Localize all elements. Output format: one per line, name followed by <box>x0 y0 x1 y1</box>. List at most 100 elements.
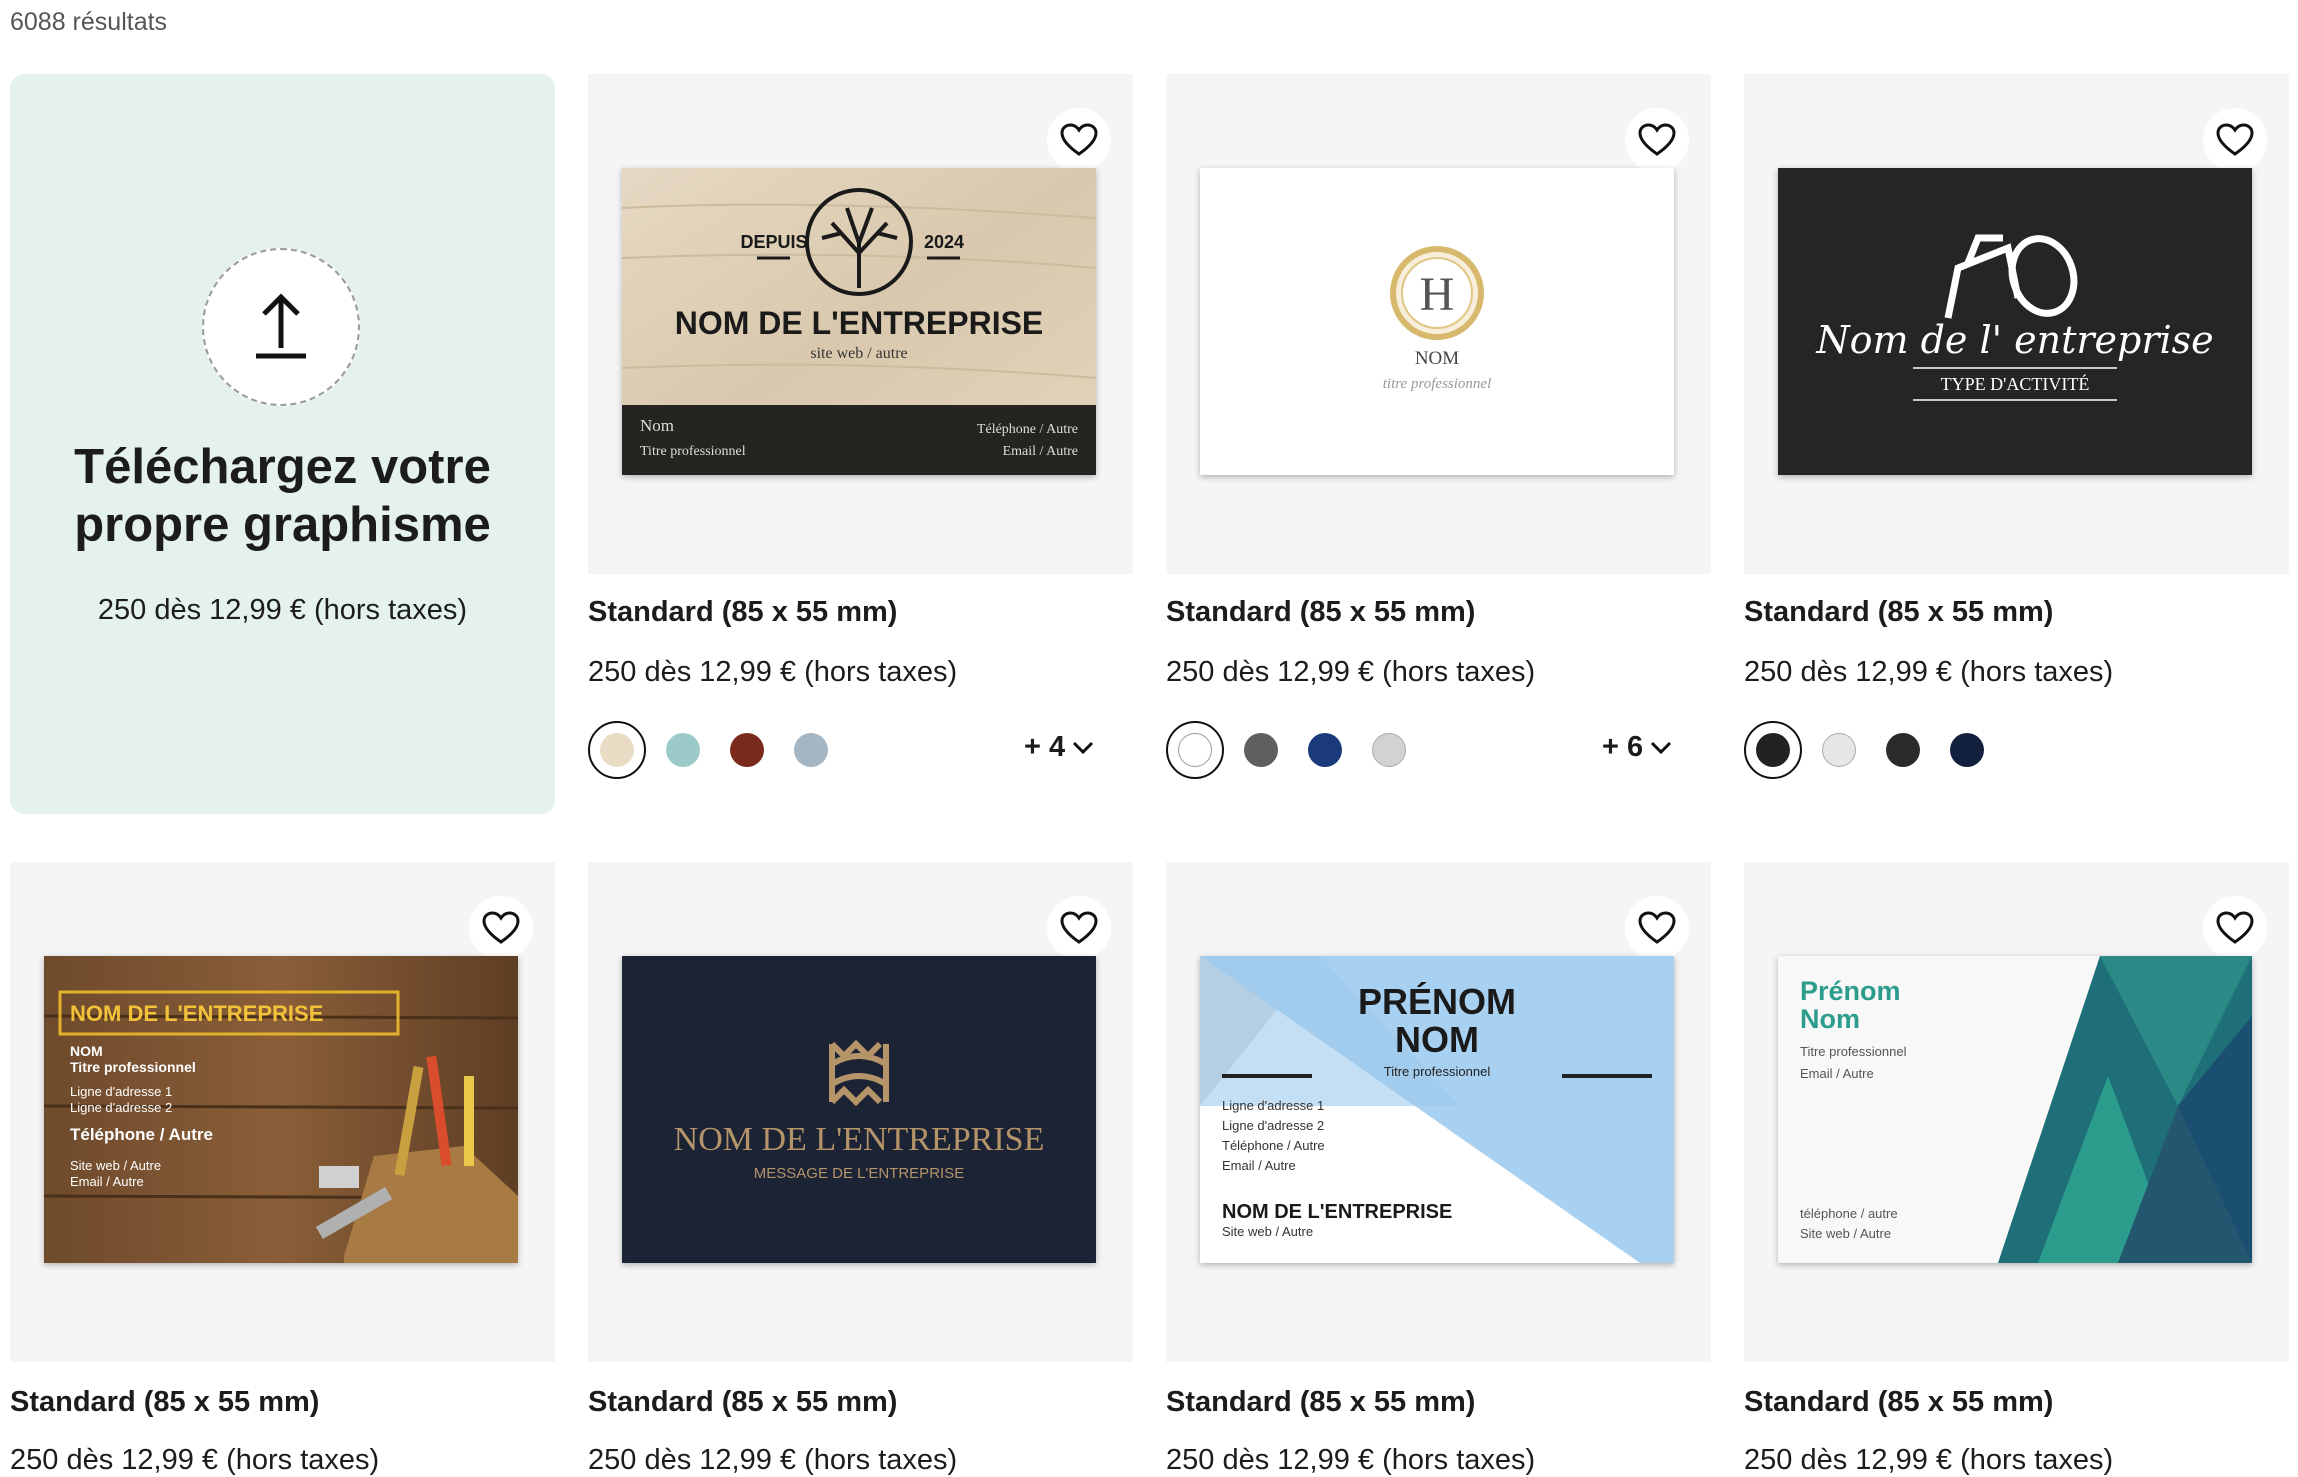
card-company: NOM DE L'ENTREPRISE <box>674 1121 1045 1158</box>
card-activity: TYPE D'ACTIVITÉ <box>1941 373 2090 394</box>
favorite-button[interactable] <box>1625 896 1689 960</box>
card-preview[interactable]: H NOM titre professionnel <box>1200 168 1674 475</box>
results-count: 6088 résultats <box>10 8 168 36</box>
card-addr1: Ligne d'adresse 1 <box>1222 1098 1324 1113</box>
color-swatch[interactable] <box>1822 733 1856 767</box>
card-name: NOM <box>70 1043 103 1059</box>
product-price: 250 dès 12,99 € (hors taxes) <box>1744 656 2114 688</box>
card-preview[interactable]: Nom de l' entreprise TYPE D'ACTIVITÉ <box>1778 168 2252 475</box>
card-job: Titre professionnel <box>70 1059 196 1075</box>
product-title[interactable]: Standard (85 x 55 mm) <box>1744 596 2053 629</box>
card-addr2: Ligne d'adresse 2 <box>1222 1118 1324 1133</box>
product-tile[interactable]: NOM DE L'ENTREPRISE MESSAGE DE L'ENTREPR… <box>588 862 1133 1362</box>
product-title[interactable]: Standard (85 x 55 mm) <box>1744 1386 2053 1419</box>
color-swatch[interactable] <box>1244 733 1278 767</box>
upload-title: Téléchargez votre propre graphisme <box>74 440 491 552</box>
favorite-button[interactable] <box>2203 108 2267 172</box>
card-phone: Téléphone / Autre <box>1222 1138 1325 1153</box>
heart-icon <box>2216 123 2254 156</box>
heart-icon <box>1638 123 1676 156</box>
card-phone: Téléphone / Autre <box>70 1125 213 1144</box>
color-swatch[interactable] <box>1372 733 1406 767</box>
card-job: Titre professionnel <box>1384 1064 1491 1079</box>
chevron-down-icon <box>1651 741 1672 754</box>
swatch-color <box>600 733 634 767</box>
card-addr2: Ligne d'adresse 2 <box>70 1100 172 1115</box>
product-title[interactable]: Standard (85 x 55 mm) <box>10 1386 319 1419</box>
card-web: Site web / Autre <box>70 1158 161 1173</box>
color-swatch[interactable] <box>666 733 700 767</box>
product-tile[interactable]: PRÉNOM NOM Titre professionnel Ligne d'a… <box>1166 862 1711 1362</box>
color-swatch[interactable] <box>794 733 828 767</box>
more-colors-button[interactable]: + 6 <box>1602 731 1673 764</box>
color-swatch-selected[interactable] <box>1744 721 1802 779</box>
card-job: Titre professionnel <box>640 444 746 459</box>
product-tile[interactable]: H NOM titre professionnel <box>1166 74 1711 574</box>
card-job: titre professionnel <box>1383 376 1491 392</box>
chevron-down-icon <box>1073 741 1094 754</box>
card-web: Site web / Autre <box>1800 1226 1891 1241</box>
color-swatch[interactable] <box>730 733 764 767</box>
card-email: Email / Autre <box>70 1174 144 1189</box>
card-job: Titre professionnel <box>1800 1044 1907 1059</box>
card-preview[interactable]: Prénom Nom Titre professionnel Email / A… <box>1778 956 2252 1263</box>
card-company: Nom de l' entreprise <box>1815 318 2213 362</box>
product-tile[interactable]: Prénom Nom Titre professionnel Email / A… <box>1744 862 2289 1362</box>
upload-price: 250 dès 12,99 € (hors taxes) <box>97 594 468 626</box>
heart-icon <box>1638 911 1676 944</box>
product-title[interactable]: Standard (85 x 55 mm) <box>588 596 897 629</box>
swatch-color <box>1178 733 1212 767</box>
card-last-name: NOM <box>1395 1019 1479 1060</box>
product-tile[interactable]: DEPUIS 2024 NOM DE L'ENTREPRISE site web… <box>588 74 1133 574</box>
product-title[interactable]: Standard (85 x 55 mm) <box>1166 1386 1475 1419</box>
blue-diagonal-card-image: PRÉNOM NOM Titre professionnel Ligne d'a… <box>1200 956 1674 1263</box>
card-name: Nom <box>640 416 674 435</box>
color-swatch[interactable] <box>1886 733 1920 767</box>
favorite-button[interactable] <box>1625 108 1689 172</box>
product-price: 250 dès 12,99 € (hors taxes) <box>1744 1444 2114 1476</box>
heart-icon <box>1060 911 1098 944</box>
product-price: 250 dès 12,99 € (hors taxes) <box>1166 1444 1536 1476</box>
card-email: Email / Autre <box>1222 1158 1296 1173</box>
card-company: NOM DE L'ENTREPRISE <box>70 1001 323 1026</box>
color-swatch[interactable] <box>1308 733 1342 767</box>
card-message: MESSAGE DE L'ENTREPRISE <box>754 1165 964 1182</box>
favorite-button[interactable] <box>469 896 533 960</box>
product-price: 250 dès 12,99 € (hors taxes) <box>1166 656 1536 688</box>
favorite-button[interactable] <box>2203 896 2267 960</box>
card-addr1: Ligne d'adresse 1 <box>70 1084 172 1099</box>
product-tile[interactable]: NOM DE L'ENTREPRISE NOM Titre profession… <box>10 862 555 1362</box>
card-first-name: Prénom <box>1800 976 1901 1006</box>
navy-card-image: NOM DE L'ENTREPRISE MESSAGE DE L'ENTREPR… <box>622 956 1096 1263</box>
card-depuis: DEPUIS <box>740 232 807 252</box>
card-last-name: Nom <box>1800 1004 1860 1034</box>
card-web: site web / autre <box>810 345 907 362</box>
product-price: 250 dès 12,99 € (hors taxes) <box>10 1444 380 1476</box>
favorite-button[interactable] <box>1047 896 1111 960</box>
favorite-button[interactable] <box>1047 108 1111 172</box>
product-tile[interactable]: Nom de l' entreprise TYPE D'ACTIVITÉ <box>1744 74 2289 574</box>
photographer-card-image: Nom de l' entreprise TYPE D'ACTIVITÉ <box>1778 168 2252 475</box>
more-colors-label: + 4 <box>1024 731 1066 763</box>
more-colors-button[interactable]: + 4 <box>1024 731 1095 764</box>
card-email: Email / Autre <box>1003 444 1078 459</box>
upload-design-card[interactable]: Téléchargez votre propre graphisme 250 d… <box>10 74 555 814</box>
card-web: Site web / Autre <box>1222 1224 1313 1239</box>
product-title[interactable]: Standard (85 x 55 mm) <box>588 1386 897 1419</box>
color-swatch-selected[interactable] <box>1166 721 1224 779</box>
swatch-color <box>1756 733 1790 767</box>
heart-icon <box>1060 123 1098 156</box>
teal-geometric-card-image: Prénom Nom Titre professionnel Email / A… <box>1778 956 2252 1263</box>
color-swatch-selected[interactable] <box>588 721 646 779</box>
upload-icon-circle[interactable] <box>202 248 360 406</box>
card-preview[interactable]: NOM DE L'ENTREPRISE NOM Titre profession… <box>44 956 518 1263</box>
card-preview[interactable]: PRÉNOM NOM Titre professionnel Ligne d'a… <box>1200 956 1674 1263</box>
product-title[interactable]: Standard (85 x 55 mm) <box>1166 596 1475 629</box>
product-price: 250 dès 12,99 € (hors taxes) <box>588 656 958 688</box>
color-swatch[interactable] <box>1950 733 1984 767</box>
heart-icon <box>482 911 520 944</box>
card-phone: Téléphone / Autre <box>977 422 1078 437</box>
card-preview[interactable]: NOM DE L'ENTREPRISE MESSAGE DE L'ENTREPR… <box>622 956 1096 1263</box>
card-preview[interactable]: DEPUIS 2024 NOM DE L'ENTREPRISE site web… <box>622 168 1096 475</box>
tools-card-image: NOM DE L'ENTREPRISE NOM Titre profession… <box>44 956 518 1263</box>
